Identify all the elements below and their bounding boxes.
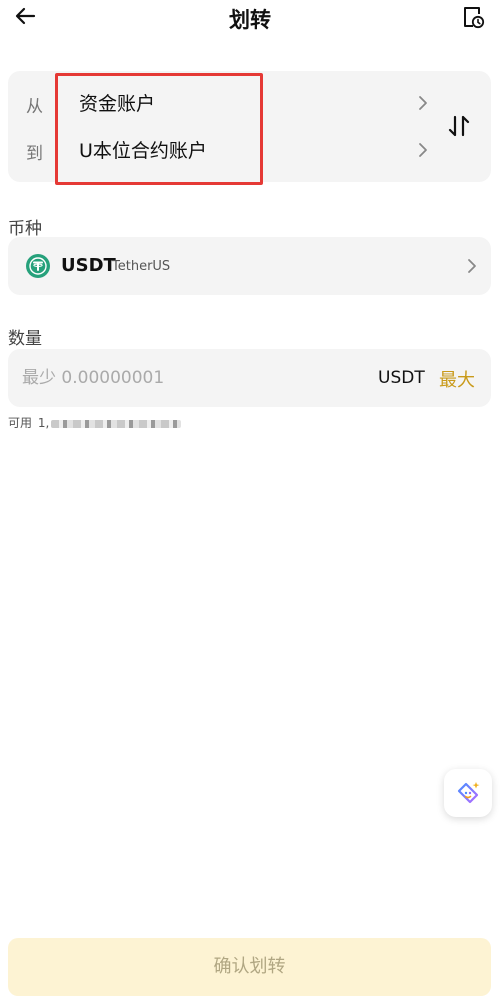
available-value: 1, [37, 416, 50, 430]
chevron-right-icon [419, 96, 427, 110]
to-account-value: U本位合约账户 [79, 140, 207, 162]
chevron-right-icon [419, 143, 427, 157]
transfer-card: 从 资金账户 到 U本位合约账户 [8, 71, 491, 185]
assistant-button[interactable] [444, 769, 492, 817]
swap-vertical-icon [448, 115, 470, 137]
clock-document-icon [464, 7, 485, 29]
page-title: 划转 [229, 8, 271, 32]
redacted-balance [51, 419, 182, 428]
swap-button[interactable] [445, 111, 473, 141]
ai-assistant-icon [457, 782, 480, 804]
available-label: 可用 [8, 416, 33, 430]
from-label: 从 [26, 97, 43, 117]
to-account-selector[interactable]: 到 U本位合约账户 [8, 130, 448, 170]
confirm-transfer-button[interactable]: 确认划转 [8, 938, 491, 996]
header: 划转 [0, 0, 500, 36]
coin-name: TetherUS [112, 259, 171, 274]
max-button[interactable]: 最大 [439, 366, 475, 392]
transfer-page: 划转 从 资金账户 到 U本位合约账户 币种 USDT TetherUS 数量 … [0, 0, 500, 1002]
amount-field: USDT 最大 [8, 349, 491, 407]
coin-section-label: 币种 [8, 219, 42, 239]
coin-selector[interactable]: USDT TetherUS [8, 237, 491, 295]
from-account-value: 资金账户 [79, 93, 156, 115]
available-balance: 可用 1, [8, 414, 182, 431]
from-account-selector[interactable]: 从 资金账户 [8, 83, 448, 123]
amount-section-label: 数量 [8, 329, 42, 349]
amount-input[interactable] [22, 361, 352, 395]
to-label: 到 [26, 144, 43, 164]
amount-unit: USDT [378, 368, 425, 388]
coin-symbol: USDT [61, 255, 116, 276]
chevron-right-icon [468, 259, 476, 273]
tether-icon [26, 254, 50, 278]
history-button[interactable] [460, 3, 486, 31]
